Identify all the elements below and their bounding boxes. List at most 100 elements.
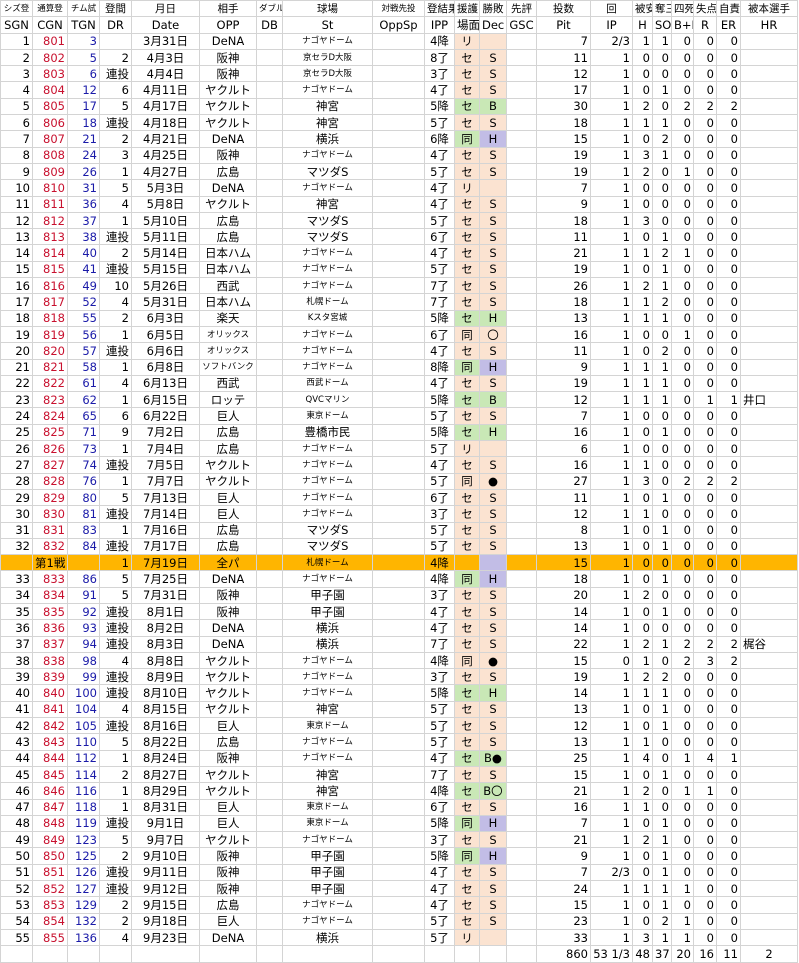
header-er: 自責 bbox=[716, 0, 741, 18]
cell-so: 1 bbox=[652, 146, 672, 164]
cell-opp: ヤクルト bbox=[199, 700, 257, 719]
cell-hits: 0 bbox=[632, 179, 653, 197]
table-row: 37 837 94 連投 8月3日 DeNA 横浜 7了セ S 22 1 2 1 2 2 2 梶谷 bbox=[0, 635, 798, 653]
cell-gsc bbox=[506, 700, 537, 719]
cell-sgn: 33 bbox=[0, 570, 33, 588]
cell-er: 0 bbox=[716, 81, 741, 99]
cell-hr bbox=[740, 440, 798, 458]
cell-hits: 1 bbox=[632, 244, 653, 262]
cell-er: 0 bbox=[716, 831, 741, 849]
cell-ipp: 6了 bbox=[424, 325, 455, 344]
cell-tgn: 86 bbox=[67, 570, 100, 588]
cell-dr: 連投 bbox=[99, 684, 132, 702]
cell-er: 2 bbox=[716, 472, 741, 490]
cell-db bbox=[256, 717, 283, 735]
cell-date: 6月13日 bbox=[131, 374, 200, 393]
cell-situation: セ bbox=[454, 521, 480, 539]
cell-situation: リ bbox=[454, 440, 480, 458]
cell-pitches: 16 bbox=[536, 423, 591, 442]
cell-ip: 1 bbox=[590, 342, 633, 360]
cell-ip: 1 bbox=[590, 733, 633, 751]
cell-opp-sp bbox=[372, 896, 425, 914]
header-so: 奪三 bbox=[652, 0, 672, 18]
cell-sgn: 18 bbox=[0, 309, 33, 327]
cell-er: 0 bbox=[716, 863, 741, 882]
cell-gsc bbox=[506, 684, 537, 702]
cell-opp: 広島 bbox=[199, 211, 257, 230]
cell-bb-hbp: 0 bbox=[671, 814, 694, 833]
cell-dec: S bbox=[479, 896, 507, 914]
cell-ipp: 4了 bbox=[424, 146, 455, 164]
cell-so: 1 bbox=[652, 260, 672, 279]
cell-dec: H bbox=[479, 423, 507, 442]
cell-ip: 1 bbox=[590, 358, 633, 376]
cell-stadium: 甲子園 bbox=[282, 863, 373, 882]
cell-dec: S bbox=[479, 65, 507, 83]
cell-situation: セ bbox=[454, 195, 480, 213]
cell-sgn: 38 bbox=[0, 651, 33, 670]
cell-runs: 1 bbox=[693, 782, 717, 800]
cell-er: 0 bbox=[716, 358, 741, 376]
cell-opp-sp bbox=[372, 358, 425, 376]
header-so: SO bbox=[652, 16, 672, 34]
cell-db bbox=[256, 488, 283, 507]
cell-opp: DeNA bbox=[199, 928, 257, 947]
cell-opp-sp bbox=[372, 130, 425, 148]
cell-gsc bbox=[506, 48, 537, 67]
cell-sgn: 50 bbox=[0, 847, 33, 865]
table-row: 23 823 62 1 6月15日 ロッテ QVCマリン 5降セ B 12 1 1 1 0 1 1 井口 bbox=[0, 391, 798, 409]
cell-situation: セ bbox=[454, 749, 480, 767]
cell-runs: 0 bbox=[693, 586, 717, 604]
cell-sgn: 52 bbox=[0, 880, 33, 898]
cell-sgn: 5 bbox=[0, 97, 33, 116]
cell-runs: 0 bbox=[693, 309, 717, 327]
cell-hr bbox=[740, 570, 798, 588]
cell-so: 1 bbox=[652, 391, 672, 409]
header-dec: Dec bbox=[479, 16, 507, 34]
cell-tgn: 105 bbox=[67, 717, 100, 735]
cell-bb-hbp: 0 bbox=[671, 277, 694, 295]
cell-runs: 0 bbox=[693, 831, 717, 849]
cell-bb-hbp: 0 bbox=[671, 619, 694, 637]
cell-bb-hbp: 2 bbox=[671, 635, 694, 653]
cell-ip: 1 bbox=[590, 228, 633, 246]
cell-runs: 0 bbox=[693, 456, 717, 474]
cell-hr bbox=[740, 195, 798, 213]
cell-situation: セ bbox=[454, 260, 480, 279]
table-row: 53 853 129 2 9月15日 広島 ナゴヤドーム 4了セ S 15 1 0 1 0 0 0 bbox=[0, 896, 798, 914]
cell-opp-sp bbox=[372, 423, 425, 442]
cell-db bbox=[256, 619, 283, 637]
cell-dr: 連投 bbox=[99, 260, 132, 279]
cell-date: 4月18日 bbox=[131, 114, 200, 132]
cell-stadium: ナゴヤドーム bbox=[282, 440, 373, 458]
cell-ip: 1 bbox=[590, 407, 633, 425]
cell-hr bbox=[740, 586, 798, 604]
cell-so: 0 bbox=[652, 195, 672, 213]
header-dr: 登間 bbox=[99, 0, 132, 18]
cell-situation: セ bbox=[454, 423, 480, 442]
cell-opp-sp bbox=[372, 456, 425, 474]
cell-ip: 1 bbox=[590, 537, 633, 556]
cell-stadium: 甲子園 bbox=[282, 847, 373, 865]
cell-date: 4月3日 bbox=[131, 48, 200, 67]
table-row: 55 855 136 4 9月23日 DeNA 横浜 5了リ 33 1 3 1 1 0 0 bbox=[0, 928, 798, 947]
cell-db bbox=[256, 211, 283, 230]
cell-db bbox=[256, 782, 283, 800]
cell-hits: 0 bbox=[632, 407, 653, 425]
cell-hr bbox=[740, 32, 798, 50]
cell-db bbox=[256, 260, 283, 279]
table-row: 24 824 65 6 6月22日 巨人 東京ドーム 5了セ S 7 1 0 0 0 0 0 bbox=[0, 407, 798, 425]
cell-runs: 4 bbox=[693, 749, 717, 767]
header-opp-sp: OppSp bbox=[372, 16, 425, 34]
cell-so: 1 bbox=[652, 814, 672, 833]
cell-hr bbox=[740, 65, 798, 83]
cell-opp-sp bbox=[372, 146, 425, 164]
cell-gsc bbox=[506, 146, 537, 164]
cell-dr: 5 bbox=[99, 488, 132, 507]
cell-date: 8月10日 bbox=[131, 684, 200, 702]
cell-db bbox=[256, 798, 283, 816]
cell-runs: 0 bbox=[693, 765, 717, 784]
cell-ip: 1 bbox=[590, 260, 633, 279]
cell-hr bbox=[740, 244, 798, 262]
cell-er: 0 bbox=[716, 244, 741, 262]
